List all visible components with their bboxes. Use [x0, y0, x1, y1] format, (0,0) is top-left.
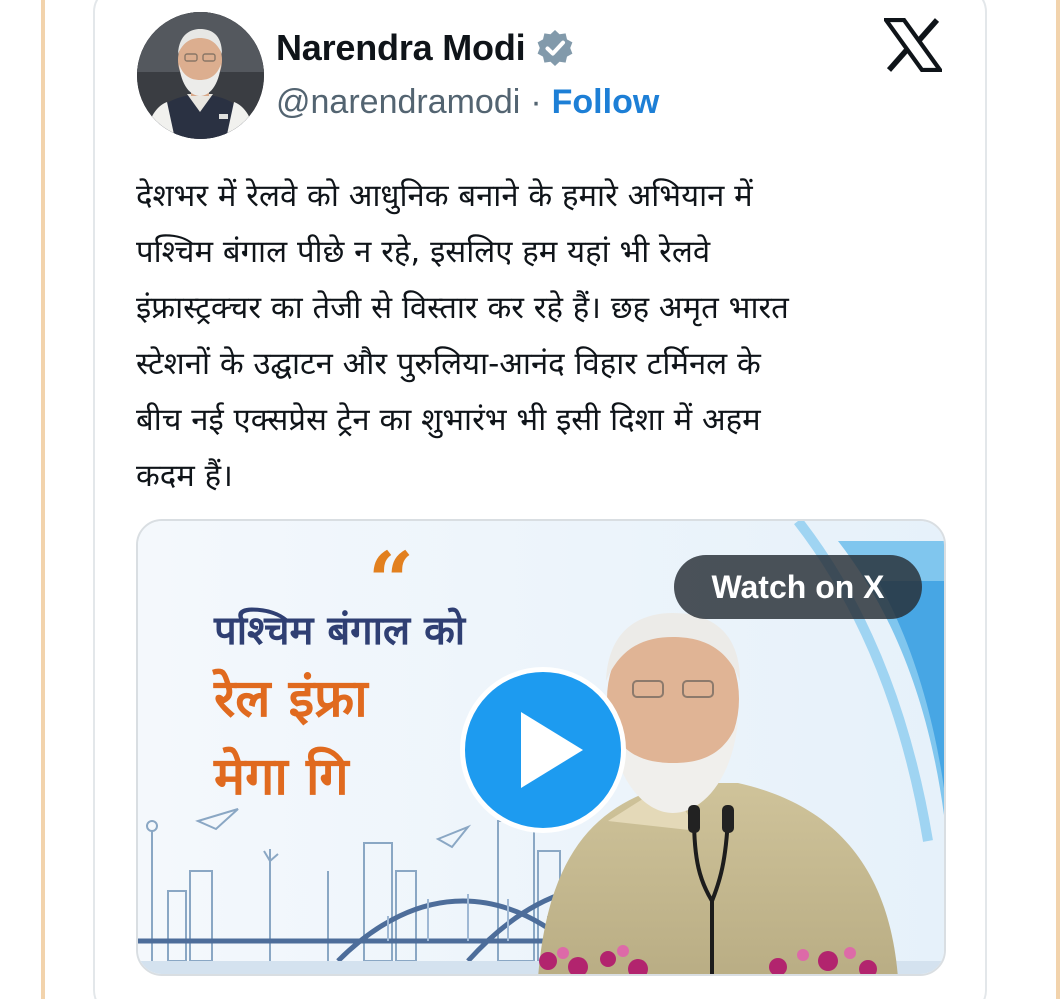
separator-dot: ·	[530, 82, 542, 121]
play-button[interactable]	[460, 667, 626, 833]
thumbnail-headline-3: मेगा गि	[214, 747, 349, 807]
tweet-text: देशभर में रेलवे को आधुनिक बनाने के हमारे…	[136, 178, 789, 494]
left-border	[41, 0, 45, 999]
video-thumbnail[interactable]: “ पश्चिम बंगाल को रेल इंफ्रा मेगा गि Wat…	[136, 519, 946, 976]
verified-badge-icon	[538, 30, 573, 66]
right-border	[1056, 0, 1060, 999]
author-row: Narendra Modi	[276, 26, 575, 70]
follow-button[interactable]: Follow	[552, 83, 660, 122]
avatar[interactable]	[137, 12, 264, 139]
author-name[interactable]: Narendra Modi	[276, 27, 526, 69]
x-logo-icon[interactable]	[884, 18, 942, 72]
thumbnail-headline-1: पश्चिम बंगाल को	[214, 608, 466, 654]
handle-row: @narendramodi · Follow	[276, 80, 659, 124]
watch-on-x-button[interactable]: Watch on X	[674, 555, 922, 619]
page: Narendra Modi @narendramodi · Follow देश…	[0, 0, 1064, 999]
play-icon	[521, 712, 583, 788]
thumbnail-headline-2: रेल इंफ्रा	[214, 669, 368, 729]
author-handle[interactable]: @narendramodi	[276, 83, 520, 122]
